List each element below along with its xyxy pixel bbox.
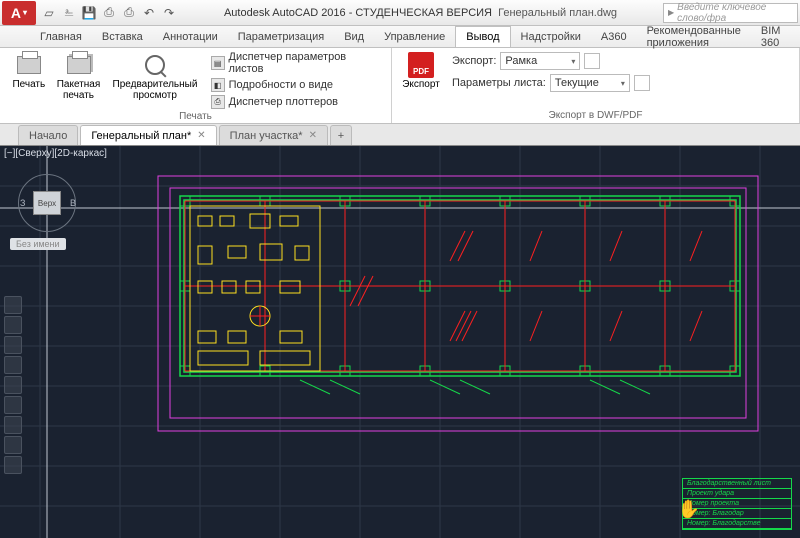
zoom-icon[interactable] (4, 336, 22, 354)
group-label-export: Экспорт в DWF/PDF (398, 109, 793, 121)
compass-east[interactable]: В (70, 198, 76, 208)
tab-perf[interactable]: Perf (790, 26, 800, 47)
doc-tab-genplan[interactable]: Генеральный план*✕ (80, 125, 216, 145)
doc-tab-siteplan[interactable]: План участка*✕ (219, 125, 328, 145)
new-icon[interactable]: ▱ (40, 4, 58, 22)
export-button[interactable]: PDF Экспорт (398, 50, 444, 90)
tab-a360[interactable]: A360 (591, 26, 637, 47)
tab-annotate[interactable]: Аннотации (153, 26, 228, 47)
view-cube-ucs-label[interactable]: Без имени (10, 238, 66, 250)
nav-tool-8[interactable] (4, 436, 22, 454)
drawing-canvas[interactable]: [−][Сверху][2D-каркас] Верх З В Без имен… (0, 146, 800, 538)
plotter-icon: ⎙ (211, 95, 225, 109)
export-window-icon[interactable] (584, 53, 600, 69)
navigation-bar (4, 296, 24, 474)
doc-tab-start[interactable]: Начало (18, 125, 78, 145)
ribbon-tabs: Главная Вставка Аннотации Параметризация… (0, 26, 800, 48)
view-details[interactable]: ◧Подробности о виде (209, 77, 385, 93)
pan-cursor-icon: ✋ (678, 499, 700, 520)
titleblock-row: Номер: Благодарстве (683, 519, 791, 529)
print-icon[interactable]: ⎙ (120, 4, 138, 22)
batch-print-button[interactable]: Пакетная печать (56, 50, 102, 101)
pan-icon[interactable] (4, 316, 22, 334)
group-label-print: Печать (6, 110, 385, 122)
sheet-label: Параметры листа: (452, 77, 546, 89)
nav-tool-6[interactable] (4, 396, 22, 414)
doc-tab-add[interactable]: + (330, 125, 352, 145)
steering-wheel-icon[interactable] (4, 296, 22, 314)
tab-bim360[interactable]: BIM 360 (751, 26, 791, 47)
compass-west[interactable]: З (20, 198, 25, 208)
view-cube-face[interactable]: Верх (33, 191, 61, 215)
sheet-settings-icon[interactable] (634, 75, 650, 91)
titleblock-row: Проект удара (683, 489, 791, 499)
print-button[interactable]: Печать (6, 50, 52, 90)
pdf-icon: PDF (408, 52, 434, 78)
orbit-icon[interactable] (4, 356, 22, 374)
floor-plan-drawing (150, 166, 790, 446)
ribbon-panel: Печать Пакетная печать Предварительный п… (0, 48, 800, 124)
nav-tool-9[interactable] (4, 456, 22, 474)
tab-manage[interactable]: Управление (374, 26, 455, 47)
title-bar: A ▱ ⎁ 💾 ⎙ ⎙ ↶ ↷ Autodesk AutoCAD 2016 - … (0, 0, 800, 26)
quick-access-toolbar: ▱ ⎁ 💾 ⎙ ⎙ ↶ ↷ (40, 4, 178, 22)
page-setup-manager[interactable]: ▤Диспетчер параметров листов (209, 50, 385, 76)
tab-output[interactable]: Вывод (455, 26, 510, 47)
app-menu-button[interactable]: A (2, 1, 36, 25)
undo-icon[interactable]: ↶ (140, 4, 158, 22)
save-icon[interactable]: 💾 (80, 4, 98, 22)
printer-icon (17, 56, 41, 74)
preview-button[interactable]: Предварительный просмотр (105, 50, 204, 101)
sheet-params-row: Параметры листа: Текущие (452, 74, 650, 92)
window-title: Autodesk AutoCAD 2016 - СТУДЕНЧЕСКАЯ ВЕР… (178, 7, 663, 19)
printer-stack-icon (67, 56, 91, 74)
tab-home[interactable]: Главная (30, 26, 92, 47)
tab-featured[interactable]: Рекомендованные приложения (637, 26, 751, 47)
sheet-icon: ▤ (211, 56, 225, 70)
magnifier-icon (145, 55, 165, 75)
tab-view[interactable]: Вид (334, 26, 374, 47)
close-icon[interactable]: ✕ (309, 130, 317, 141)
ribbon-group-print: Печать Пакетная печать Предварительный п… (0, 48, 392, 123)
saveas-icon[interactable]: ⎙ (100, 4, 118, 22)
document-tabs: Начало Генеральный план*✕ План участка*✕… (0, 124, 800, 146)
tab-insert[interactable]: Вставка (92, 26, 153, 47)
sheet-params-combo[interactable]: Текущие (550, 74, 630, 92)
viewport-controls[interactable]: [−][Сверху][2D-каркас] (4, 148, 107, 159)
export-mode-combo[interactable]: Рамка (500, 52, 580, 70)
redo-icon[interactable]: ↷ (160, 4, 178, 22)
titleblock-row: Благодарственный лист (683, 479, 791, 489)
export-label: Экспорт: (452, 55, 496, 67)
help-search-input[interactable]: Введите ключевое слово/фра (663, 3, 798, 23)
nav-tool-7[interactable] (4, 416, 22, 434)
details-icon: ◧ (211, 78, 225, 92)
view-cube[interactable]: Верх З В (18, 174, 76, 232)
close-icon[interactable]: ✕ (197, 130, 205, 141)
tab-parametric[interactable]: Параметризация (228, 26, 334, 47)
plotter-manager[interactable]: ⎙Диспетчер плоттеров (209, 94, 385, 110)
tab-addins[interactable]: Надстройки (511, 26, 591, 47)
ribbon-group-export: PDF Экспорт Экспорт: Рамка Параметры лис… (392, 48, 800, 123)
export-mode-row: Экспорт: Рамка (452, 52, 650, 70)
open-icon[interactable]: ⎁ (60, 4, 78, 22)
showmotion-icon[interactable] (4, 376, 22, 394)
print-options-list: ▤Диспетчер параметров листов ◧Подробност… (209, 50, 385, 110)
